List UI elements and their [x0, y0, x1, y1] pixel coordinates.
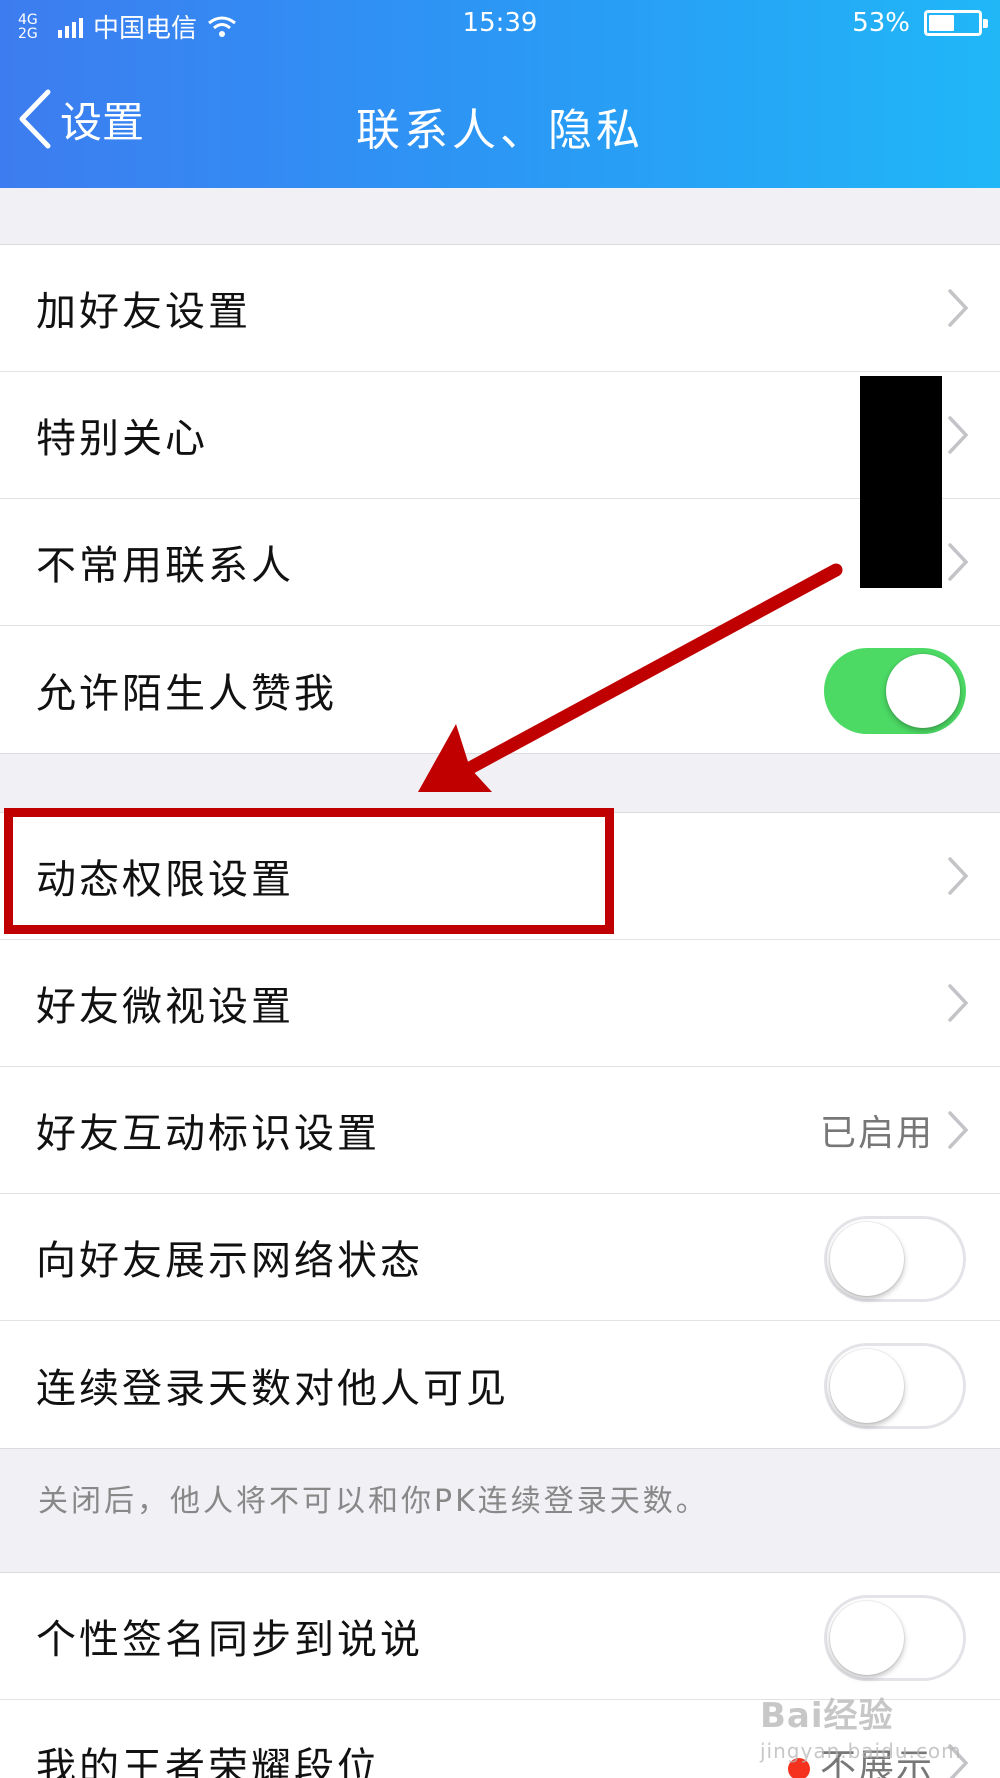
- chevron-right-icon: [948, 543, 969, 581]
- highlight-box: [4, 808, 614, 934]
- status-time: 15:39: [462, 8, 538, 38]
- settings-row-label: 特别关心: [36, 416, 208, 462]
- settings-row[interactable]: 连续登录天数对他人可见: [0, 1321, 1000, 1448]
- settings-row-label: 好友互动标识设置: [36, 1111, 380, 1157]
- redaction-block: [860, 376, 942, 588]
- app-header: 4G 2G 中国电信 15:39 53% 设置 联系人、隐私: [0, 0, 1000, 188]
- toggle-switch[interactable]: [824, 648, 966, 734]
- login-days-footnote: 关闭后，他人将不可以和你PK连续登录天数。: [38, 1484, 709, 1519]
- settings-row-value: 已启用: [820, 1104, 934, 1156]
- settings-row[interactable]: 不常用联系人: [0, 499, 1000, 626]
- toggle-knob: [830, 1349, 904, 1423]
- settings-row[interactable]: 特别关心: [0, 372, 1000, 499]
- settings-group-contacts: 加好友设置特别关心不常用联系人 允许陌生人赞我: [0, 244, 1000, 754]
- status-right: 53%: [852, 8, 988, 38]
- settings-row[interactable]: 个性签名同步到说说: [0, 1573, 1000, 1700]
- watermark: Bai经验 jingyan.baidu.com: [760, 1688, 962, 1763]
- toggle-switch[interactable]: [824, 1595, 966, 1681]
- settings-row-label: 允许陌生人赞我: [36, 670, 337, 717]
- toggle-knob: [830, 1222, 904, 1296]
- settings-row-label: 加好友设置: [36, 289, 251, 335]
- settings-row-label: 不常用联系人: [36, 543, 294, 589]
- watermark-url: jingyan.baidu.com: [760, 1739, 962, 1763]
- settings-row[interactable]: 允许陌生人赞我: [0, 626, 1000, 753]
- settings-row-value-text: 已启用: [819, 1113, 934, 1154]
- chevron-right-icon: [948, 857, 969, 895]
- battery-percent: 53%: [852, 8, 910, 38]
- chevron-right-icon: [948, 289, 969, 327]
- watermark-brand: Bai经验: [760, 1696, 894, 1736]
- toggle-switch[interactable]: [824, 1343, 966, 1429]
- nav-bar: 设置 联系人、隐私: [0, 60, 1000, 180]
- settings-row-label: 我的王者荣耀段位: [36, 1744, 380, 1778]
- settings-row[interactable]: 好友微视设置: [0, 940, 1000, 1067]
- settings-row-label: 连续登录天数对他人可见: [36, 1365, 509, 1412]
- settings-row[interactable]: 好友互动标识设置 已启用: [0, 1067, 1000, 1194]
- settings-row-label: 向好友展示网络状态: [36, 1238, 423, 1284]
- chevron-right-icon: [948, 984, 969, 1022]
- chevron-right-icon: [948, 1111, 969, 1149]
- battery-icon: [924, 10, 988, 36]
- toggle-switch[interactable]: [824, 1216, 966, 1302]
- settings-row-label: 好友微视设置: [36, 984, 294, 1030]
- toggle-knob: [886, 654, 960, 728]
- settings-row-label: 个性签名同步到说说: [36, 1617, 423, 1663]
- settings-row[interactable]: 加好友设置: [0, 245, 1000, 372]
- settings-row[interactable]: 向好友展示网络状态: [0, 1194, 1000, 1321]
- status-bar: 4G 2G 中国电信 15:39 53%: [0, 0, 1000, 50]
- battery-fill: [929, 15, 954, 31]
- page-title: 联系人、隐私: [356, 105, 644, 156]
- toggle-knob: [830, 1601, 904, 1675]
- chevron-right-icon: [948, 416, 969, 454]
